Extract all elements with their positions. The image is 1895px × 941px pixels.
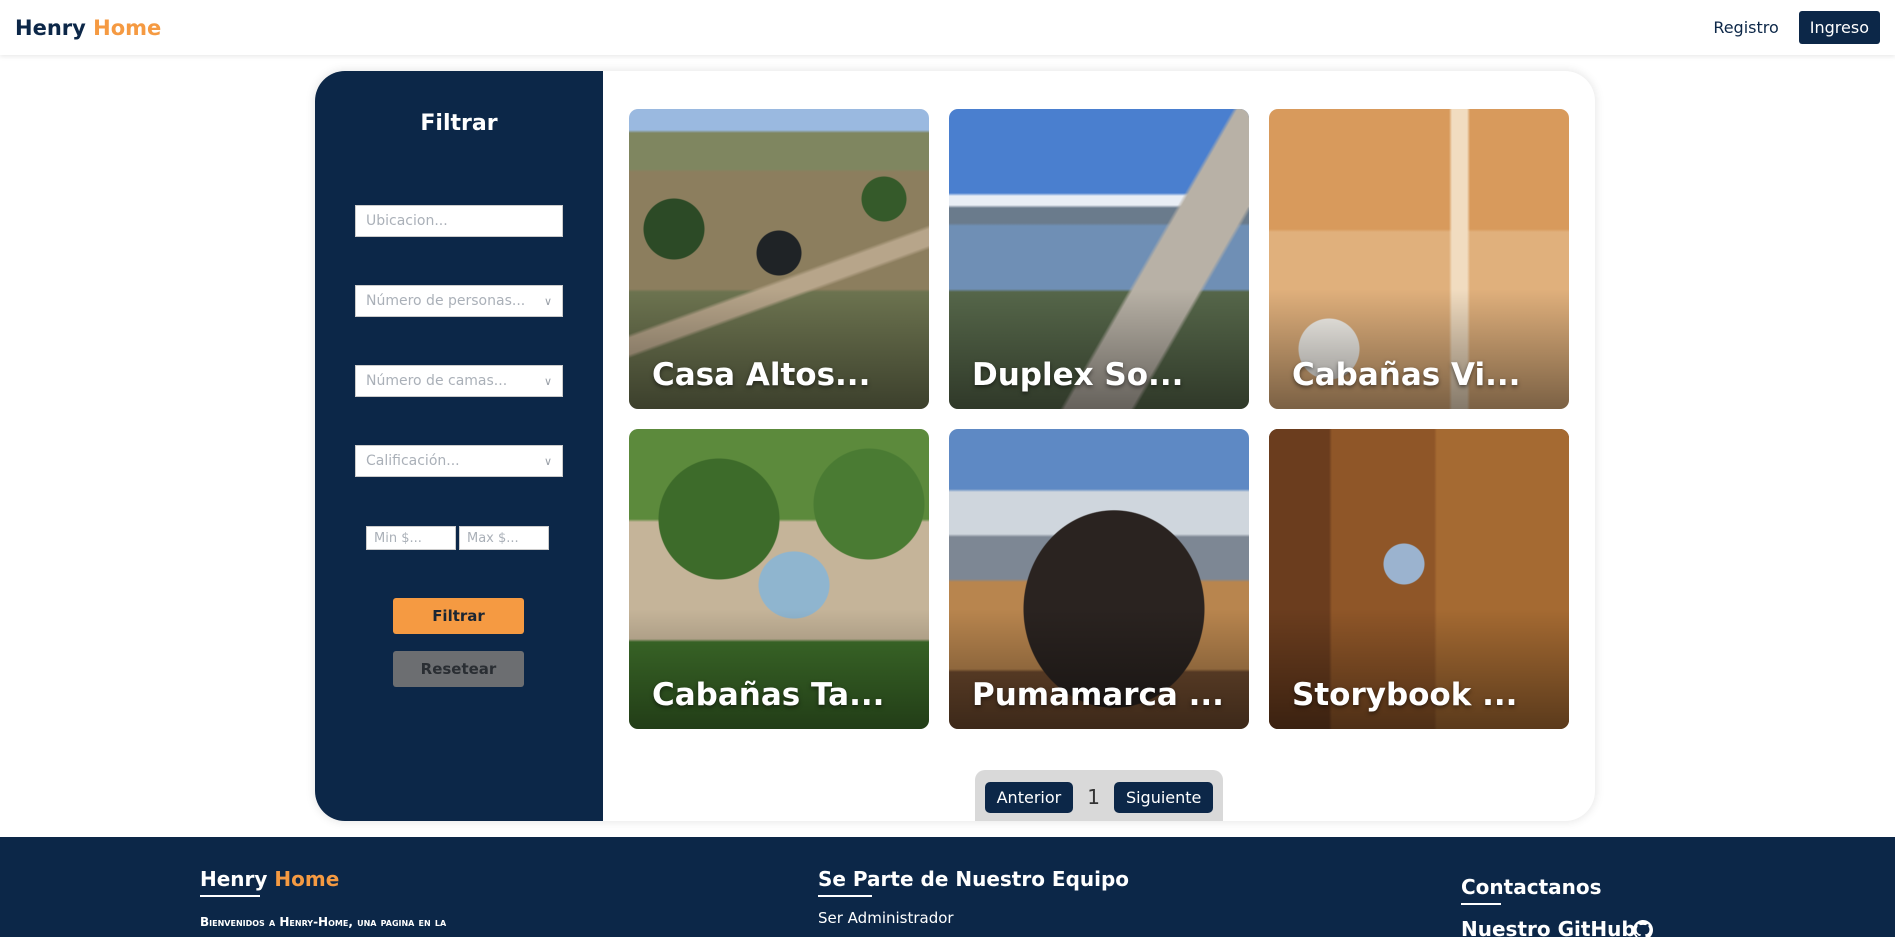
next-page-button[interactable]: Siguiente: [1113, 781, 1214, 813]
prev-page-button[interactable]: Anterior: [984, 781, 1074, 813]
min-price-placeholder: Min $...: [374, 530, 422, 546]
max-price-placeholder: Max $...: [467, 530, 519, 546]
admin-link[interactable]: Ser Administrador: [818, 909, 954, 927]
listing-title: Pumamarca ...: [972, 677, 1224, 713]
main-panel: Filtrar Ubicacion... Número de personas.…: [315, 71, 1595, 821]
filter-button[interactable]: Filtrar: [393, 598, 524, 634]
listing-card[interactable]: Storybook ...: [1269, 429, 1569, 729]
reset-button[interactable]: Resetear: [393, 651, 524, 687]
listing-card[interactable]: Cabañas Ta...: [629, 429, 929, 729]
footer-description: Bienvenidos a Henry-Home, una pagina en …: [200, 915, 447, 929]
rating-placeholder: Calificación...: [366, 453, 460, 469]
brand-primary: Henry: [15, 15, 86, 40]
contact-heading: Contactanos: [1461, 875, 1602, 899]
filter-sidebar: Filtrar Ubicacion... Número de personas.…: [315, 71, 603, 821]
footer-brand: Henry Home: [200, 867, 339, 891]
listing-card[interactable]: Casa Altos...: [629, 109, 929, 409]
listing-card[interactable]: Duplex So...: [949, 109, 1249, 409]
listing-title: Duplex So...: [972, 357, 1184, 393]
price-range: Min $... Max $...: [366, 526, 549, 550]
chevron-down-icon: ∨: [543, 374, 552, 388]
footer: Henry Home Bienvenidos a Henry-Home, una…: [0, 837, 1895, 941]
pagination: Anterior 1 Siguiente: [975, 770, 1223, 821]
listing-title: Cabañas Vi...: [1292, 357, 1521, 393]
listing-title: Cabañas Ta...: [652, 677, 885, 713]
people-placeholder: Número de personas...: [366, 293, 526, 309]
footer-brand-accent: Home: [274, 867, 340, 891]
listing-card[interactable]: Cabañas Vi...: [1269, 109, 1569, 409]
current-page-number: 1: [1087, 785, 1100, 809]
footer-underline: [818, 895, 872, 897]
brand-logo[interactable]: Henry Home: [15, 16, 161, 40]
location-placeholder: Ubicacion...: [366, 213, 448, 229]
filter-title: Filtrar: [420, 111, 498, 136]
beds-select[interactable]: Número de camas... ∨: [355, 365, 563, 397]
footer-underline: [1461, 903, 1501, 905]
max-price-input[interactable]: Max $...: [459, 526, 549, 550]
min-price-input[interactable]: Min $...: [366, 526, 456, 550]
navbar: Henry Home Registro Ingreso: [0, 0, 1895, 55]
listing-title: Casa Altos...: [652, 357, 871, 393]
listing-title: Storybook ...: [1292, 677, 1518, 713]
footer-underline: [200, 895, 260, 897]
github-icon[interactable]: [1633, 920, 1653, 940]
chevron-down-icon: ∨: [543, 294, 552, 308]
beds-placeholder: Número de camas...: [366, 373, 508, 389]
registro-link[interactable]: Registro: [1713, 18, 1778, 37]
people-select[interactable]: Número de personas... ∨: [355, 285, 563, 317]
github-link[interactable]: Nuestro GitHub: [1461, 917, 1636, 941]
brand-accent: Home: [93, 15, 162, 40]
footer-brand-primary: Henry: [200, 867, 268, 891]
rating-select[interactable]: Calificación... ∨: [355, 445, 563, 477]
location-input[interactable]: Ubicacion...: [355, 205, 563, 237]
team-heading: Se Parte de Nuestro Equipo: [818, 867, 1130, 891]
listing-card[interactable]: Pumamarca ...: [949, 429, 1249, 729]
nav-actions: Registro Ingreso: [1713, 11, 1880, 44]
chevron-down-icon: ∨: [543, 454, 552, 468]
ingreso-button[interactable]: Ingreso: [1798, 11, 1880, 44]
